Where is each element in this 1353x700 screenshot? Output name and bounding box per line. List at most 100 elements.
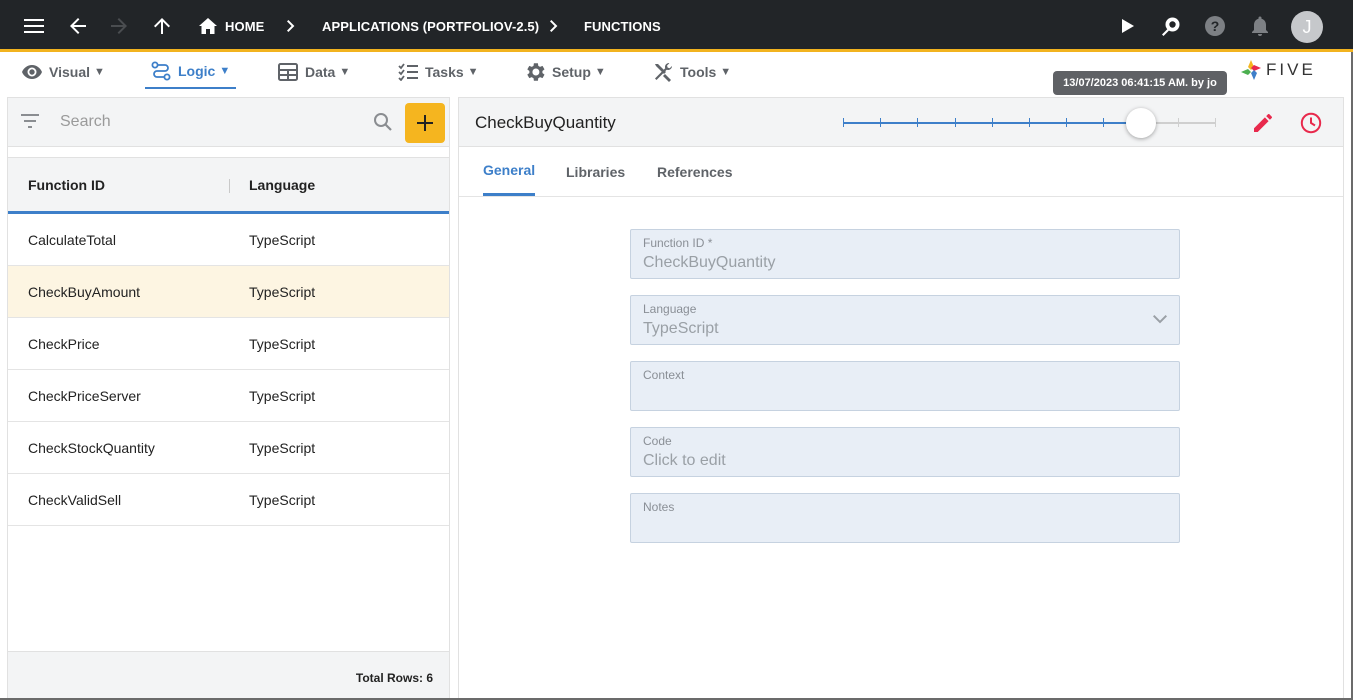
slider-tick bbox=[1029, 118, 1030, 127]
cell-function-id: CheckStockQuantity bbox=[28, 439, 155, 456]
tab-libraries[interactable]: Libraries bbox=[566, 147, 625, 197]
table-header: Function ID Language bbox=[8, 157, 449, 214]
function-list-panel: Function ID Language CalculateTotal Type… bbox=[7, 97, 450, 700]
table-row[interactable]: CheckValidSell TypeScript bbox=[8, 474, 449, 526]
history-slider[interactable] bbox=[843, 108, 1216, 138]
cell-language: TypeScript bbox=[249, 491, 316, 508]
menu-visual-label: Visual bbox=[49, 64, 90, 80]
cell-function-id: CheckPrice bbox=[28, 335, 100, 352]
history-slider-thumb[interactable] bbox=[1125, 108, 1156, 138]
breadcrumb-home[interactable]: HOME bbox=[225, 0, 264, 52]
caret-down-icon: ▼ bbox=[94, 66, 105, 78]
plus-icon bbox=[417, 115, 433, 131]
hamburger-menu-icon[interactable] bbox=[16, 0, 52, 52]
cell-language: TypeScript bbox=[249, 231, 316, 248]
menu-logic-label: Logic bbox=[178, 63, 216, 79]
five-logo: FIVE bbox=[1240, 57, 1332, 83]
table-row[interactable]: CalculateTotal TypeScript bbox=[8, 214, 449, 266]
field-label: Language bbox=[643, 302, 697, 316]
menu-tools[interactable]: Tools ▼ bbox=[653, 55, 731, 89]
table-body: CalculateTotal TypeScript CheckBuyAmount… bbox=[8, 214, 449, 526]
field-label: Code bbox=[643, 434, 672, 448]
menu-setup[interactable]: Setup ▼ bbox=[525, 55, 606, 89]
help-icon[interactable]: ? bbox=[1197, 0, 1233, 52]
edit-pencil-icon[interactable] bbox=[1246, 98, 1280, 147]
table-row[interactable]: CheckPriceServer TypeScript bbox=[8, 370, 449, 422]
notification-bell-icon[interactable] bbox=[1242, 0, 1278, 52]
menu-visual[interactable]: Visual ▼ bbox=[22, 55, 105, 89]
logic-flow-icon bbox=[151, 61, 171, 81]
search-bar bbox=[8, 98, 449, 147]
slider-tick bbox=[1103, 118, 1104, 127]
menu-tasks-label: Tasks bbox=[425, 64, 464, 80]
history-clock-icon[interactable] bbox=[1294, 98, 1328, 147]
table-row-selected[interactable]: CheckBuyAmount TypeScript bbox=[8, 266, 449, 318]
cell-function-id: CheckPriceServer bbox=[28, 387, 141, 404]
tab-references[interactable]: References bbox=[657, 147, 733, 197]
svg-text:?: ? bbox=[1211, 18, 1220, 34]
wrench-screwdriver-icon bbox=[655, 62, 673, 82]
table-row[interactable]: CheckPrice TypeScript bbox=[8, 318, 449, 370]
caret-down-icon: ▼ bbox=[594, 66, 606, 78]
field-label: Function ID * bbox=[643, 236, 713, 250]
list-footer: Total Rows: 6 bbox=[8, 651, 449, 699]
checklist-icon bbox=[398, 63, 418, 81]
chevron-right-icon bbox=[550, 0, 558, 52]
menu-logic[interactable]: Logic ▼ bbox=[145, 55, 237, 89]
breadcrumb-applications[interactable]: APPLICATIONS (PORTFOLIOV-2.5) bbox=[322, 0, 539, 52]
cell-function-id: CalculateTotal bbox=[28, 231, 116, 248]
eye-icon bbox=[22, 65, 42, 79]
forward-arrow-icon[interactable] bbox=[101, 0, 137, 52]
user-avatar[interactable]: J bbox=[1291, 11, 1323, 43]
home-icon[interactable] bbox=[190, 0, 226, 52]
slider-tick bbox=[1215, 118, 1216, 127]
total-rows-count: Total Rows: 6 bbox=[355, 671, 433, 685]
chevron-down-icon[interactable] bbox=[1153, 311, 1167, 327]
last-modified-tooltip: 13/07/2023 06:41:15 AM. by jo bbox=[1053, 71, 1227, 95]
cell-language: TypeScript bbox=[249, 335, 316, 352]
chevron-right-icon bbox=[287, 0, 295, 52]
slider-tick bbox=[843, 118, 844, 127]
function-detail-panel: CheckBuyQuantity General Libraries Refer… bbox=[458, 97, 1344, 700]
search-icon[interactable] bbox=[373, 112, 393, 135]
cell-function-id: CheckValidSell bbox=[28, 491, 122, 508]
notes-field[interactable]: Notes bbox=[630, 493, 1180, 543]
breadcrumb-functions[interactable]: FUNCTIONS bbox=[584, 0, 661, 52]
search-input[interactable] bbox=[60, 110, 360, 134]
slider-tick bbox=[1066, 118, 1067, 127]
filter-icon[interactable] bbox=[20, 113, 40, 132]
language-select[interactable]: Language TypeScript bbox=[630, 295, 1180, 345]
slider-tick bbox=[880, 118, 881, 127]
column-divider bbox=[229, 179, 230, 193]
function-id-field[interactable]: Function ID * CheckBuyQuantity bbox=[630, 229, 1180, 279]
back-arrow-icon[interactable] bbox=[60, 0, 96, 52]
tab-general[interactable]: General bbox=[483, 147, 536, 196]
menu-data-label: Data bbox=[305, 64, 336, 80]
column-header-function-id[interactable]: Function ID bbox=[28, 158, 105, 212]
play-icon[interactable] bbox=[1110, 0, 1146, 52]
code-field[interactable]: Code Click to edit bbox=[630, 427, 1180, 477]
field-value: TypeScript bbox=[643, 320, 719, 337]
cell-language: TypeScript bbox=[249, 283, 316, 300]
up-arrow-icon[interactable] bbox=[144, 0, 180, 52]
cell-function-id: CheckBuyAmount bbox=[28, 283, 141, 300]
column-header-language[interactable]: Language bbox=[249, 158, 315, 212]
detail-header: CheckBuyQuantity bbox=[459, 98, 1343, 147]
table-grid-icon bbox=[278, 63, 298, 81]
cell-language: TypeScript bbox=[249, 387, 316, 404]
table-row[interactable]: CheckStockQuantity TypeScript bbox=[8, 422, 449, 474]
menu-tools-label: Tools bbox=[680, 64, 717, 80]
cell-language: TypeScript bbox=[249, 439, 316, 456]
slider-tick bbox=[955, 118, 956, 127]
field-value: Click to edit bbox=[643, 452, 726, 469]
caret-down-icon: ▼ bbox=[339, 66, 351, 78]
detail-tabs: General Libraries References bbox=[459, 147, 1343, 197]
menu-data[interactable]: Data ▼ bbox=[278, 55, 350, 89]
add-button[interactable] bbox=[405, 103, 445, 143]
detail-title: CheckBuyQuantity bbox=[475, 112, 616, 132]
search-chat-icon[interactable] bbox=[1153, 0, 1189, 52]
logo-text: FIVE bbox=[1266, 60, 1316, 79]
menu-tasks[interactable]: Tasks ▼ bbox=[398, 55, 479, 89]
menu-setup-label: Setup bbox=[552, 64, 591, 80]
context-field[interactable]: Context bbox=[630, 361, 1180, 411]
